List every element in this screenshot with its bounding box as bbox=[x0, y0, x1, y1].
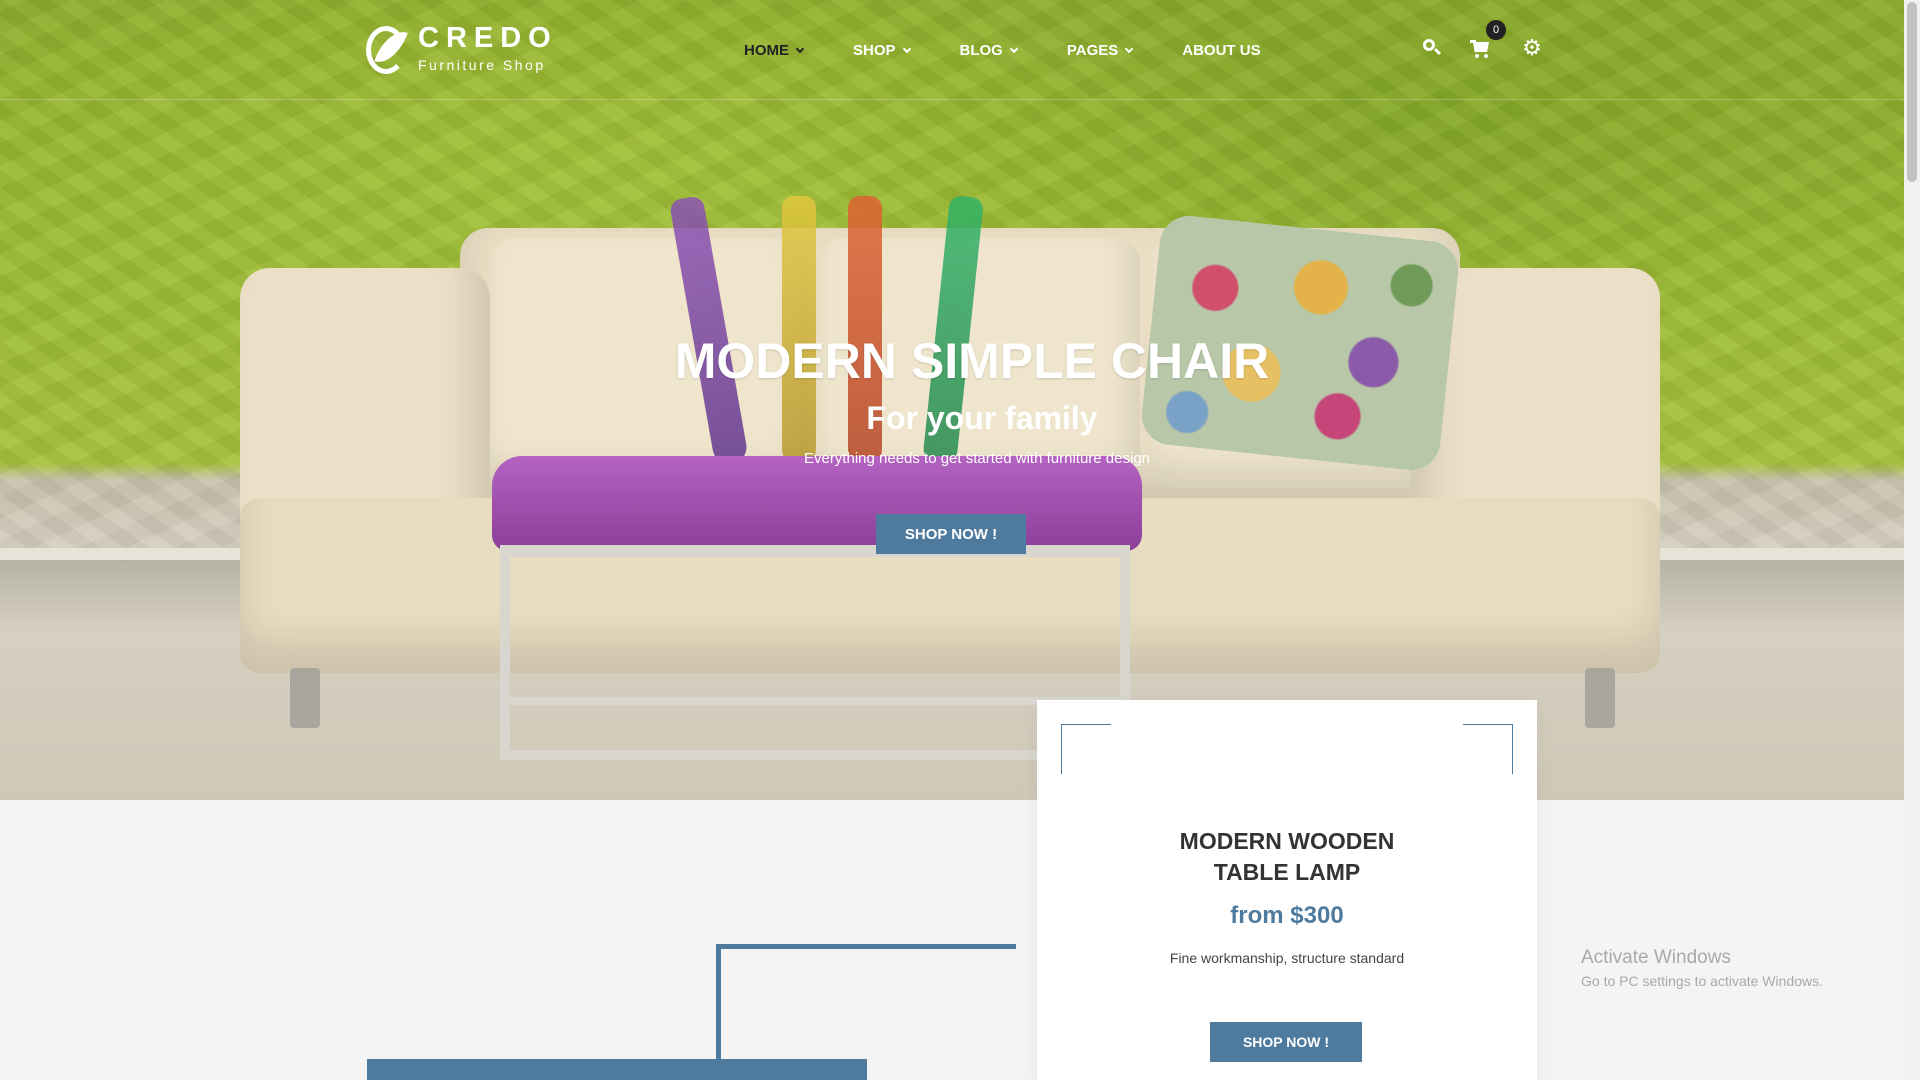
chevron-down-icon bbox=[1009, 44, 1019, 53]
cart-icon[interactable]: 0 bbox=[1470, 20, 1506, 60]
page-scrollbar[interactable] bbox=[1904, 0, 1920, 1080]
nav-label: PAGES bbox=[1066, 42, 1119, 59]
cart-count-badge: 0 bbox=[1486, 20, 1506, 40]
nav-item-home[interactable]: HOME bbox=[744, 42, 805, 59]
nav-label: BLOG bbox=[959, 42, 1003, 59]
header-actions: 0 ⚙ bbox=[1420, 20, 1570, 60]
nav-label: ABOUT US bbox=[1182, 42, 1261, 59]
product-title: MODERN WOODEN TABLE LAMP bbox=[1037, 826, 1537, 888]
hero-title: MODERN SIMPLE CHAIR bbox=[674, 333, 1270, 389]
search-icon[interactable] bbox=[1420, 36, 1444, 60]
product-card: MODERN WOODEN TABLE LAMP from $300 Fine … bbox=[1037, 700, 1537, 1080]
hero-subtitle: For your family bbox=[866, 400, 1098, 436]
product-title-line: MODERN WOODEN bbox=[1179, 828, 1395, 854]
nav-item-blog[interactable]: BLOG bbox=[959, 42, 1019, 59]
card-corner-bracket bbox=[1463, 724, 1513, 774]
scrollbar-thumb[interactable] bbox=[1907, 2, 1917, 182]
nav-label: SHOP bbox=[853, 42, 896, 59]
chevron-down-icon bbox=[1125, 44, 1134, 53]
nav-label: HOME bbox=[744, 42, 789, 59]
hero-text: MODERN SIMPLE CHAIR For your family Ever… bbox=[0, 328, 1904, 467]
brand-title: CREDO bbox=[418, 22, 558, 54]
hero-description: Everything needs to get started with fur… bbox=[803, 450, 1151, 467]
windows-activation-watermark: Activate Windows Go to PC settings to ac… bbox=[1581, 947, 1823, 989]
gear-icon[interactable]: ⚙ bbox=[1520, 36, 1544, 60]
hero-shop-now-button[interactable]: SHOP NOW ! bbox=[876, 514, 1026, 554]
nav-item-about-us[interactable]: ABOUT US bbox=[1182, 42, 1260, 59]
brand-logo[interactable]: CREDO Furniture Shop bbox=[366, 22, 558, 74]
watermark-title: Activate Windows bbox=[1581, 947, 1731, 968]
chevron-down-icon bbox=[902, 44, 911, 53]
nav-item-shop[interactable]: SHOP bbox=[853, 42, 911, 59]
main-nav: HOME SHOP BLOG PAGES ABOUT US bbox=[744, 42, 1311, 59]
purple-bench-cushion bbox=[492, 456, 1142, 551]
product-image-edge bbox=[367, 1059, 867, 1080]
sofa-leg bbox=[1585, 668, 1615, 728]
card-corner-bracket bbox=[1061, 724, 1111, 774]
chevron-down-icon bbox=[795, 44, 805, 53]
sofa-leg bbox=[290, 668, 320, 728]
logo-leaf-icon bbox=[366, 22, 408, 74]
site-header: CREDO Furniture Shop HOME SHOP BLOG PAGE… bbox=[0, 0, 1904, 100]
product-shop-now-button[interactable]: SHOP NOW ! bbox=[1210, 1022, 1362, 1062]
brand-subtitle: Furniture Shop bbox=[418, 57, 546, 73]
watermark-subtitle: Go to PC settings to activate Windows. bbox=[1581, 973, 1823, 989]
nav-item-pages[interactable]: PAGES bbox=[1066, 42, 1134, 59]
product-title-line: TABLE LAMP bbox=[1213, 859, 1361, 885]
bench-frame bbox=[500, 545, 1130, 760]
product-description: Fine workmanship, structure standard bbox=[1169, 950, 1405, 966]
product-price: from $300 bbox=[1230, 902, 1344, 929]
